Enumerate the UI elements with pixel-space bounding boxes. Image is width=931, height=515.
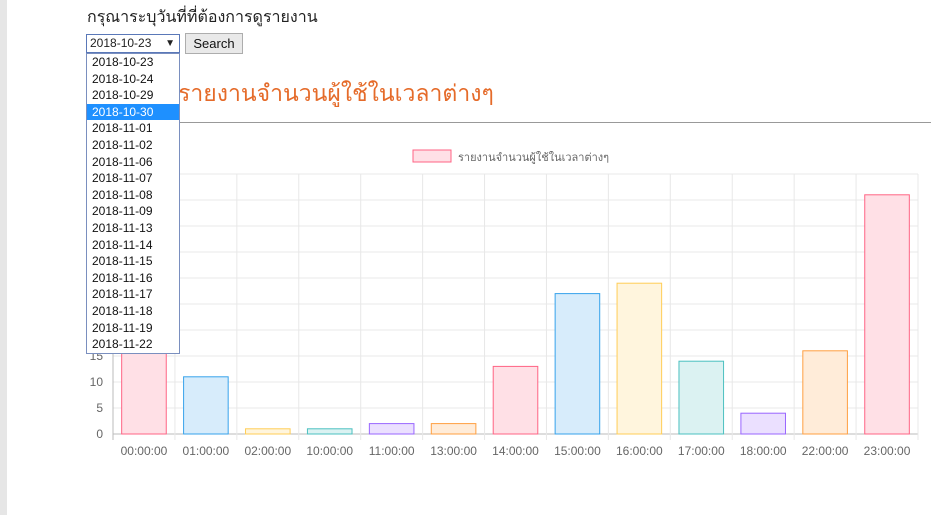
x-tick-label: 11:00:00 bbox=[369, 444, 415, 458]
x-tick-label: 02:00:00 bbox=[244, 444, 291, 458]
bar-15:00:00 bbox=[554, 293, 601, 435]
date-option[interactable]: 2018-10-30 bbox=[87, 103, 179, 121]
date-option[interactable]: 2018-11-07 bbox=[87, 170, 179, 187]
x-tick-label: 22:00:00 bbox=[802, 444, 849, 458]
bar-18:00:00 bbox=[740, 412, 786, 435]
x-tick-label: 15:00:00 bbox=[554, 444, 601, 458]
x-tick-label: 10:00:00 bbox=[306, 444, 353, 458]
x-tick-label: 23:00:00 bbox=[864, 444, 911, 458]
date-option[interactable]: 2018-10-29 bbox=[87, 87, 179, 104]
bar-11:00:00 bbox=[368, 423, 415, 435]
date-option[interactable]: 2018-11-09 bbox=[87, 203, 179, 220]
y-tick-label: 0 bbox=[96, 427, 103, 441]
bar-10:00:00 bbox=[306, 428, 353, 435]
x-tick-label: 14:00:00 bbox=[492, 444, 539, 458]
date-option[interactable]: 2018-11-19 bbox=[87, 320, 179, 337]
x-tick-label: 18:00:00 bbox=[740, 444, 787, 458]
bar-17:00:00 bbox=[678, 360, 725, 435]
date-option[interactable]: 2018-11-01 bbox=[87, 120, 179, 137]
date-option[interactable]: 2018-11-14 bbox=[87, 237, 179, 254]
bar-00:00:00 bbox=[121, 350, 167, 435]
x-tick-label: 00:00:00 bbox=[121, 444, 168, 458]
date-option[interactable]: 2018-11-08 bbox=[87, 187, 179, 204]
y-tick-label: 10 bbox=[90, 375, 104, 389]
bar-01:00:00 bbox=[183, 376, 229, 435]
date-option[interactable]: 2018-10-24 bbox=[87, 71, 179, 88]
x-tick-label: 17:00:00 bbox=[678, 444, 725, 458]
date-option[interactable]: 2018-11-17 bbox=[87, 286, 179, 303]
x-tick-label: 01:00:00 bbox=[183, 444, 230, 458]
x-tick-label: 13:00:00 bbox=[430, 444, 477, 458]
date-option[interactable]: 2018-11-22 bbox=[87, 336, 179, 353]
date-option[interactable]: 2018-10-23 bbox=[87, 54, 179, 71]
date-option[interactable]: 2018-11-13 bbox=[87, 220, 179, 237]
bar-23:00:00 bbox=[864, 194, 910, 435]
date-option[interactable]: 2018-11-02 bbox=[87, 137, 179, 154]
bar-13:00:00 bbox=[430, 423, 477, 435]
x-tick-label: 16:00:00 bbox=[616, 444, 663, 458]
date-dropdown-list[interactable]: 2018-10-23 2018-10-24 2018-10-29 2018-10-30… bbox=[86, 53, 180, 354]
legend-swatch bbox=[412, 149, 452, 163]
bar-22:00:00 bbox=[802, 350, 848, 435]
y-tick-label: 5 bbox=[96, 401, 103, 415]
bar-16:00:00 bbox=[616, 282, 663, 435]
bar-02:00:00 bbox=[245, 428, 291, 435]
date-option[interactable]: 2018-11-16 bbox=[87, 270, 179, 287]
date-option[interactable]: 2018-11-15 bbox=[87, 253, 179, 270]
date-option[interactable]: 2018-11-18 bbox=[87, 303, 179, 320]
legend-label: รายงานจำนวนผู้ใช้ในเวลาต่างๆ bbox=[458, 151, 609, 164]
date-option[interactable]: 2018-11-06 bbox=[87, 154, 179, 171]
bar-14:00:00 bbox=[492, 365, 539, 435]
